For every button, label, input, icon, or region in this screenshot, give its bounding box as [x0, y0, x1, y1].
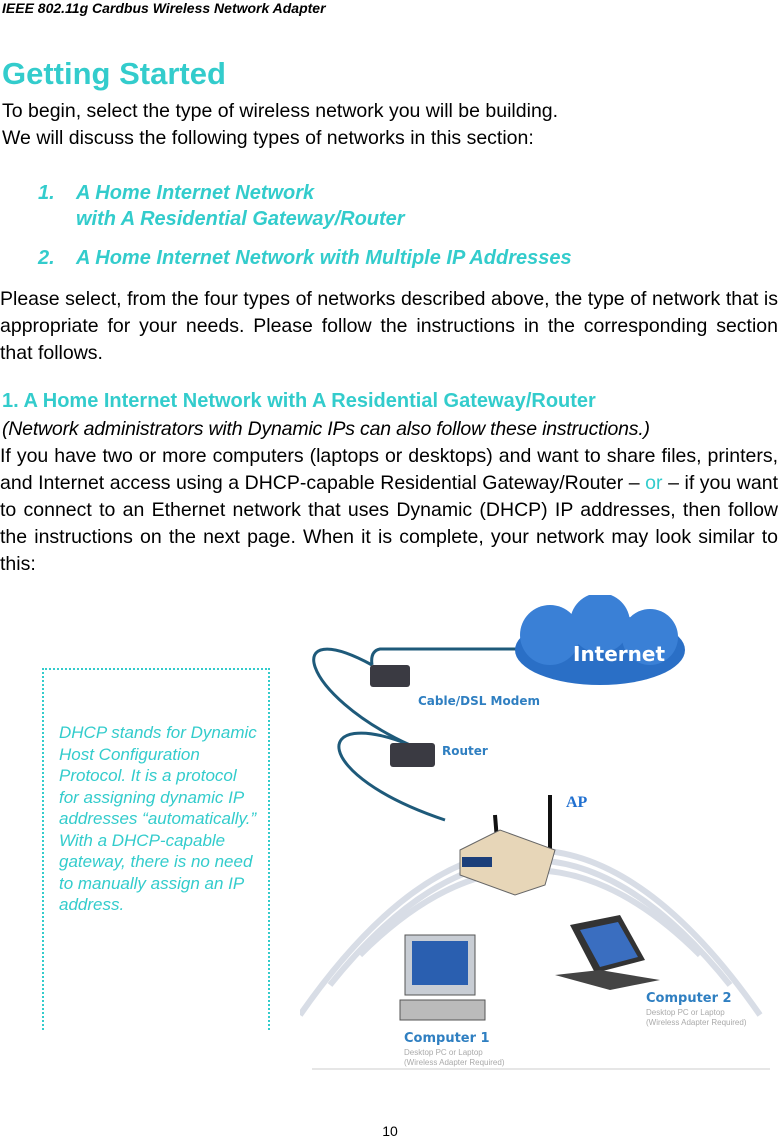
intro-line-1: To begin, select the type of wireless ne… — [2, 100, 559, 122]
ap-label: AP — [566, 794, 588, 811]
page-title: Getting Started — [2, 56, 226, 91]
router-label: Router — [442, 744, 488, 758]
list-item-1-line1: A Home Internet Network — [76, 182, 315, 204]
intro-line-2: We will discuss the following types of n… — [2, 127, 534, 149]
section-body: If you have two or more computers (lapto… — [0, 443, 778, 578]
computer-1-line2: (Wireless Adapter Required) — [404, 1058, 505, 1067]
cables — [312, 647, 520, 822]
internet-cloud: Internet — [515, 595, 685, 685]
sidebar-note: DHCP stands for Dynamic Host Configurati… — [59, 723, 257, 914]
router-icon — [390, 743, 435, 767]
computer-2-line1: Desktop PC or Laptop — [646, 1008, 725, 1017]
list-item-2-number: 2. — [38, 247, 55, 269]
computer-1-icon — [399, 934, 486, 1021]
access-point-icon — [459, 795, 556, 896]
list-item-2-line1: A Home Internet Network with Multiple IP… — [76, 247, 572, 269]
network-diagram: Internet Cable/DSL Modem Router AP Compu… — [300, 595, 770, 1070]
modem-icon — [370, 665, 410, 687]
select-paragraph: Please select, from the four types of ne… — [0, 288, 778, 364]
list-item-1-line2: with A Residential Gateway/Router — [76, 208, 405, 230]
modem-label: Cable/DSL Modem — [418, 694, 540, 708]
computer-2-icon — [555, 915, 660, 990]
page-header: IEEE 802.11g Cardbus Wireless Network Ad… — [2, 0, 326, 16]
computer-1-title: Computer 1 — [404, 1031, 490, 1046]
list-item-1-number: 1. — [38, 182, 55, 204]
computer-2-title: Computer 2 — [646, 991, 732, 1006]
section-note: (Network administrators with Dynamic IPs… — [2, 418, 650, 440]
section-heading: 1. A Home Internet Network with A Reside… — [2, 390, 596, 412]
computer-2-line2: (Wireless Adapter Required) — [646, 1018, 747, 1027]
computer-1-line1: Desktop PC or Laptop — [404, 1048, 483, 1057]
section-body-or: or — [645, 472, 663, 494]
internet-label: Internet — [573, 642, 665, 666]
